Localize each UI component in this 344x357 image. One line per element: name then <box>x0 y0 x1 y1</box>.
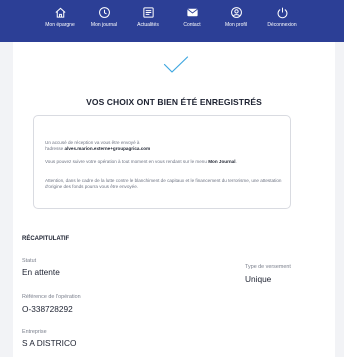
main-nav: Mon épargne Mon journal Actualités Conta… <box>40 0 304 42</box>
clock-icon <box>98 7 110 18</box>
nav-mon-journal[interactable]: Mon journal <box>84 6 124 42</box>
reference-label: Référence de l'opération <box>22 294 81 300</box>
reference-value: O-338728292 <box>22 304 73 314</box>
mon-journal-link[interactable]: Mon Journal <box>208 159 235 164</box>
entreprise-label: Entreprise <box>22 329 47 335</box>
nav-deconnexion[interactable]: Déconnexion <box>260 6 304 42</box>
info-box: Un accusé de réception va vous être envo… <box>33 115 291 209</box>
info-paragraph-receipt: Un accusé de réception va vous être envo… <box>45 140 285 153</box>
recap-title: RÉCAPITULATIF <box>22 236 70 242</box>
top-navigation-bar: Mon épargne Mon journal Actualités Conta… <box>0 0 344 42</box>
nav-label: Mon journal <box>90 22 118 28</box>
nav-label: Actualités <box>137 22 159 28</box>
type-versement-label: Type de versement <box>245 264 291 270</box>
statut-label: Statut <box>22 258 37 264</box>
nav-label: Déconnexion <box>267 22 297 28</box>
journal-text: Vous pouvez suivre votre opération à tou… <box>45 159 207 164</box>
envelope-icon <box>186 8 198 17</box>
info-paragraph-journal: Vous pouvez suivre votre opération à tou… <box>45 159 237 164</box>
page-title: VOS CHOIX ONT BIEN ÉTÉ ENREGISTRÉS <box>86 97 262 107</box>
statut-value: En attente <box>22 267 60 277</box>
user-icon <box>230 7 242 18</box>
nav-mon-epargne[interactable]: Mon épargne <box>40 6 80 42</box>
power-icon <box>277 7 287 19</box>
nav-label: Mon profil <box>225 22 247 28</box>
receipt-address-label: l'adresse <box>45 146 64 152</box>
checkmark-icon <box>163 56 189 73</box>
nav-mon-profil[interactable]: Mon profil <box>216 6 256 42</box>
info-paragraph-warning: Attention, dans le cadre de la lutte con… <box>45 178 282 190</box>
entreprise-value: S A DISTRICO <box>22 338 77 348</box>
home-icon <box>55 7 65 18</box>
nav-label: Contact <box>183 22 201 28</box>
news-icon <box>142 7 154 18</box>
nav-actualites[interactable]: Actualités <box>128 6 168 42</box>
type-versement-value: Unique <box>245 274 272 284</box>
receipt-text: Un accusé de réception va vous être envo… <box>45 140 140 145</box>
nav-contact[interactable]: Contact <box>172 6 212 42</box>
confirmation-panel: VOS CHOIX ONT BIEN ÉTÉ ENREGISTRÉS Un ac… <box>13 42 335 357</box>
email-address: alves.marion.externe+groupagrica.com <box>64 146 151 152</box>
nav-label: Mon épargne <box>45 22 75 28</box>
